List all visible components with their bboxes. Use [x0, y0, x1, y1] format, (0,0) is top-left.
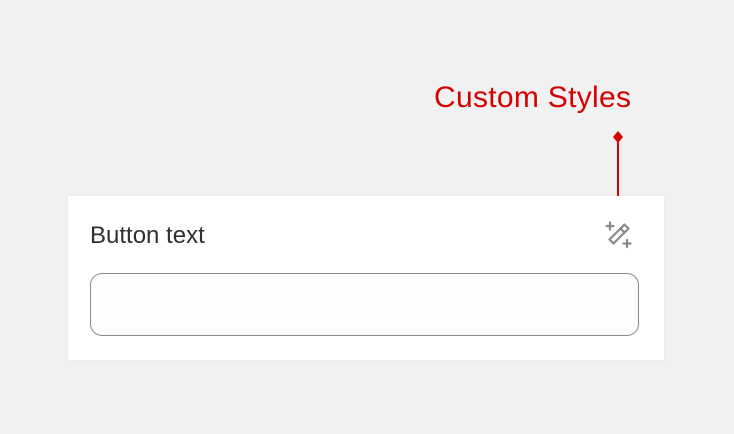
custom-styles-annotation-label: Custom Styles [434, 81, 632, 114]
button-text-settings-panel: Button text [68, 196, 664, 360]
button-text-input[interactable] [90, 273, 639, 336]
button-text-label: Button text [90, 222, 205, 249]
magic-wand-sparkle-icon [605, 221, 632, 249]
custom-styles-button[interactable] [602, 218, 636, 252]
